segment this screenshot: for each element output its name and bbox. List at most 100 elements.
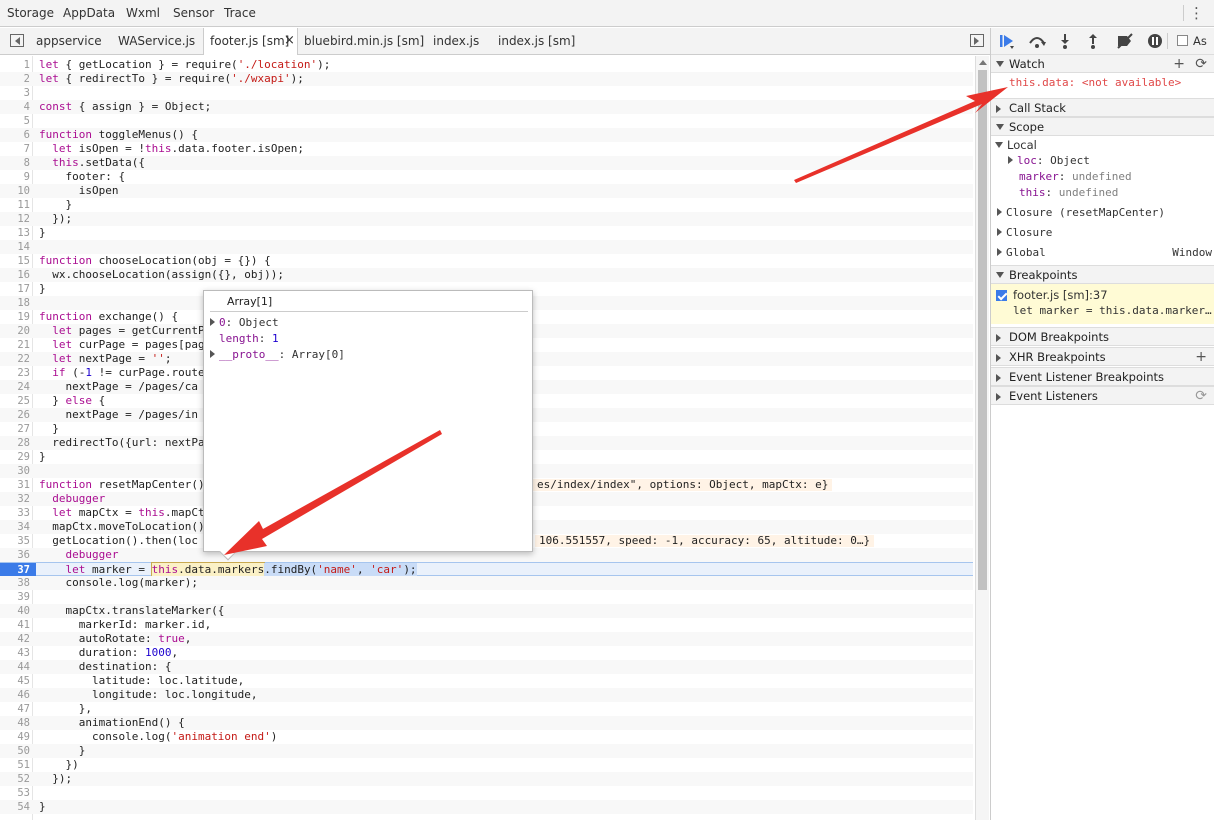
tab-wxml[interactable]: Wxml: [126, 6, 160, 20]
code-line[interactable]: 46 longitude: loc.longitude,: [0, 688, 973, 702]
code-line[interactable]: 16 wx.chooseLocation(assign({}, obj));: [0, 268, 973, 282]
event-listener-breakpoints-header[interactable]: Event Listener Breakpoints: [991, 367, 1214, 386]
scope-global[interactable]: Global Window: [997, 245, 1214, 261]
code-line[interactable]: 7 let isOpen = !this.data.footer.isOpen;: [0, 142, 973, 156]
scope-closure-resetmapcenter[interactable]: Closure (resetMapCenter): [997, 205, 1165, 221]
toggle-navigator-icon[interactable]: [10, 34, 24, 47]
line-number[interactable]: 18: [0, 296, 30, 310]
breakpoints-section-header[interactable]: Breakpoints: [991, 265, 1214, 284]
line-number[interactable]: 34: [0, 520, 30, 534]
line-number[interactable]: 15: [0, 254, 30, 268]
event-listeners-header[interactable]: Event Listeners ⟳: [991, 386, 1214, 405]
line-number[interactable]: 39: [0, 590, 30, 604]
line-number[interactable]: 49: [0, 730, 30, 744]
add-xhr-breakpoint-icon[interactable]: +: [1195, 348, 1207, 366]
code-line[interactable]: 49 console.log('animation end'): [0, 730, 973, 744]
popover-row-0[interactable]: 0: Object: [210, 316, 279, 330]
popover-row-proto[interactable]: __proto__: Array[0]: [210, 348, 345, 362]
code-line[interactable]: 37 let marker = this.data.markers.findBy…: [0, 562, 973, 578]
code-line[interactable]: 42 autoRotate: true,: [0, 632, 973, 646]
tab-storage[interactable]: Storage: [7, 6, 54, 20]
tab-footer[interactable]: footer.js [sm]: [210, 34, 289, 48]
line-number[interactable]: 5: [0, 114, 30, 128]
line-number[interactable]: 17: [0, 282, 30, 296]
line-number[interactable]: 4: [0, 100, 30, 114]
line-number[interactable]: 25: [0, 394, 30, 408]
line-number[interactable]: 3: [0, 86, 30, 100]
code-line[interactable]: 41 markerId: marker.id,: [0, 618, 973, 632]
add-watch-icon[interactable]: +: [1173, 55, 1185, 73]
dom-breakpoints-header[interactable]: DOM Breakpoints: [991, 327, 1214, 346]
tab-appdata[interactable]: AppData: [63, 6, 115, 20]
line-number[interactable]: 51: [0, 758, 30, 772]
tab-appservice[interactable]: appservice: [36, 34, 102, 48]
line-number[interactable]: 30: [0, 464, 30, 478]
line-number[interactable]: 40: [0, 604, 30, 618]
code-line[interactable]: 48 animationEnd() {: [0, 716, 973, 730]
scope-var-loc[interactable]: loc: Object: [1008, 153, 1090, 169]
line-number[interactable]: 44: [0, 660, 30, 674]
scrollbar-thumb[interactable]: [978, 70, 987, 590]
line-number[interactable]: 10: [0, 184, 30, 198]
line-number[interactable]: 31: [0, 478, 30, 492]
line-number[interactable]: 20: [0, 324, 30, 338]
code-line[interactable]: 3: [0, 86, 973, 100]
refresh-icon[interactable]: ⟳: [1195, 55, 1207, 73]
call-stack-section-header[interactable]: Call Stack: [991, 98, 1214, 117]
tab-sensor[interactable]: Sensor: [173, 6, 214, 20]
breakpoint-line-number[interactable]: 37: [0, 563, 36, 577]
line-number[interactable]: 9: [0, 170, 30, 184]
line-number[interactable]: 38: [0, 576, 30, 590]
scope-local[interactable]: Local: [995, 137, 1037, 153]
xhr-breakpoints-header[interactable]: XHR Breakpoints +: [991, 347, 1214, 366]
breakpoint-checkbox[interactable]: [996, 290, 1007, 301]
deactivate-breakpoints-icon[interactable]: [1115, 32, 1135, 50]
code-line[interactable]: 6 function toggleMenus() {: [0, 128, 973, 142]
tab-waservice[interactable]: WAService.js: [118, 34, 195, 48]
code-line[interactable]: 9 footer: {: [0, 170, 973, 184]
tab-index-js-sm[interactable]: index.js [sm]: [498, 34, 575, 48]
line-number[interactable]: 12: [0, 212, 30, 226]
line-number[interactable]: 43: [0, 646, 30, 660]
line-number[interactable]: 32: [0, 492, 30, 506]
code-line[interactable]: 43 duration: 1000,: [0, 646, 973, 660]
line-number[interactable]: 19: [0, 310, 30, 324]
line-number[interactable]: 29: [0, 450, 30, 464]
line-number[interactable]: 21: [0, 338, 30, 352]
code-line[interactable]: 50 }: [0, 744, 973, 758]
line-number[interactable]: 42: [0, 632, 30, 646]
tab-trace[interactable]: Trace: [224, 6, 256, 20]
line-number[interactable]: 26: [0, 408, 30, 422]
line-number[interactable]: 24: [0, 380, 30, 394]
code-line[interactable]: 47 },: [0, 702, 973, 716]
line-number[interactable]: 54: [0, 800, 30, 814]
code-line[interactable]: 38 console.log(marker);: [0, 576, 973, 590]
line-number[interactable]: 27: [0, 422, 30, 436]
line-number[interactable]: 7: [0, 142, 30, 156]
code-line[interactable]: 2 let { redirectTo } = require('./wxapi')…: [0, 72, 973, 86]
code-line[interactable]: 44 destination: {: [0, 660, 973, 674]
line-number[interactable]: 46: [0, 688, 30, 702]
code-line[interactable]: 51 }): [0, 758, 973, 772]
tab-index-js[interactable]: index.js: [433, 34, 479, 48]
toggle-debugger-icon[interactable]: [970, 34, 984, 47]
resume-icon[interactable]: [997, 32, 1017, 50]
line-number[interactable]: 45: [0, 674, 30, 688]
code-line[interactable]: 5: [0, 114, 973, 128]
scope-closure[interactable]: Closure: [997, 225, 1052, 241]
line-number[interactable]: 28: [0, 436, 30, 450]
step-over-icon[interactable]: [1027, 32, 1047, 50]
code-line[interactable]: 45 latitude: loc.latitude,: [0, 674, 973, 688]
expand-icon[interactable]: [210, 318, 215, 326]
scope-section-header[interactable]: Scope: [991, 117, 1214, 136]
line-number[interactable]: 50: [0, 744, 30, 758]
watch-expression[interactable]: this.data: <not available>: [1009, 75, 1181, 91]
line-number[interactable]: 35: [0, 534, 30, 548]
scroll-up-icon[interactable]: [979, 60, 987, 65]
code-line[interactable]: 39: [0, 590, 973, 604]
code-line[interactable]: 15 function chooseLocation(obj = {}) {: [0, 254, 973, 268]
code-line[interactable]: 1 let { getLocation } = require('./locati…: [0, 58, 973, 72]
code-line[interactable]: 52 });: [0, 772, 973, 786]
code-line[interactable]: 11 }: [0, 198, 973, 212]
line-number[interactable]: 1: [0, 58, 30, 72]
